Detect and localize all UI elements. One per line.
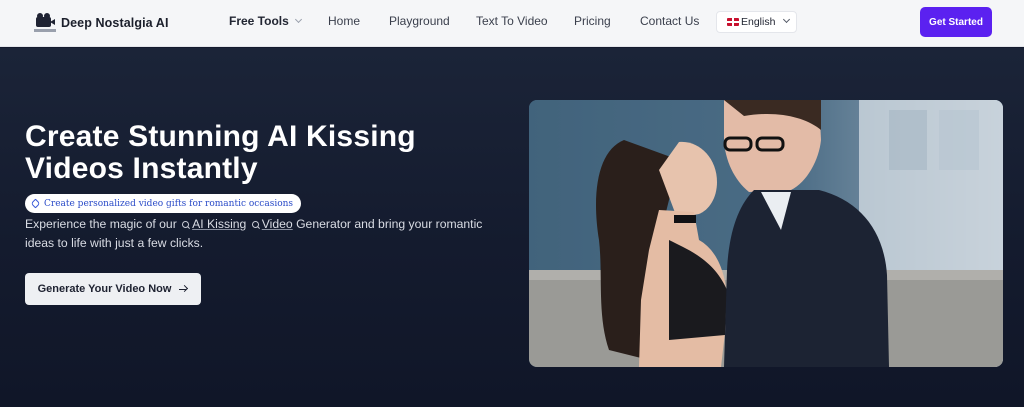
top-navbar: Deep Nostalgia AI Free Tools Home Playgr…: [0, 0, 1024, 47]
brand-logo-link[interactable]: Deep Nostalgia AI: [34, 12, 169, 34]
hero-desc-text-cont: Generator and bring your romantic: [292, 217, 483, 231]
nav-text-to-video-link[interactable]: Text To Video: [476, 14, 548, 28]
hero-title-line-2: Videos Instantly: [25, 152, 258, 185]
hero-title: Create Stunning AI Kissing Videos Instan…: [25, 121, 495, 185]
hero-description: Experience the magic of our AI Kissing V…: [25, 215, 515, 253]
get-started-button[interactable]: Get Started: [920, 7, 992, 37]
nav-pricing-link[interactable]: Pricing: [574, 14, 611, 28]
video-keyword-link[interactable]: Video: [262, 217, 293, 231]
generate-video-button[interactable]: Generate Your Video Now: [25, 273, 201, 305]
couple-illustration: [529, 100, 1003, 367]
tag-icon: [30, 198, 41, 209]
language-selector[interactable]: English: [716, 11, 797, 33]
hero-section: Create Stunning AI Kissing Videos Instan…: [0, 48, 1024, 407]
search-icon: [251, 221, 259, 228]
ai-kissing-keyword-link[interactable]: AI Kissing: [192, 217, 246, 231]
brand-name: Deep Nostalgia AI: [61, 16, 169, 30]
nav-free-tools-label: Free Tools: [229, 14, 289, 28]
nav-playground-link[interactable]: Playground: [389, 14, 450, 28]
language-label: English: [741, 16, 776, 28]
nav-contact-link[interactable]: Contact Us: [640, 14, 699, 28]
nav-home-link[interactable]: Home: [328, 14, 360, 28]
hero-tag-text: Create personalized video gifts for roma…: [44, 198, 294, 209]
generate-video-label: Generate Your Video Now: [37, 283, 172, 295]
hero-desc-line-2: ideas to life with just a few clicks.: [25, 236, 204, 250]
hero-couple-image: [529, 100, 1003, 367]
chevron-down-icon: [783, 15, 791, 23]
hero-title-line-1: Create Stunning AI Kissing: [25, 120, 416, 153]
camera-logo-icon: [34, 13, 56, 33]
arrow-right-icon: [179, 285, 188, 293]
search-icon: [182, 221, 190, 228]
nav-free-tools-dropdown[interactable]: Free Tools: [229, 14, 302, 28]
uk-flag-icon: [727, 18, 739, 26]
hero-tag-chip: Create personalized video gifts for roma…: [25, 194, 302, 213]
chevron-down-icon: [294, 15, 302, 24]
hero-desc-text: Experience the magic of our: [25, 217, 177, 231]
